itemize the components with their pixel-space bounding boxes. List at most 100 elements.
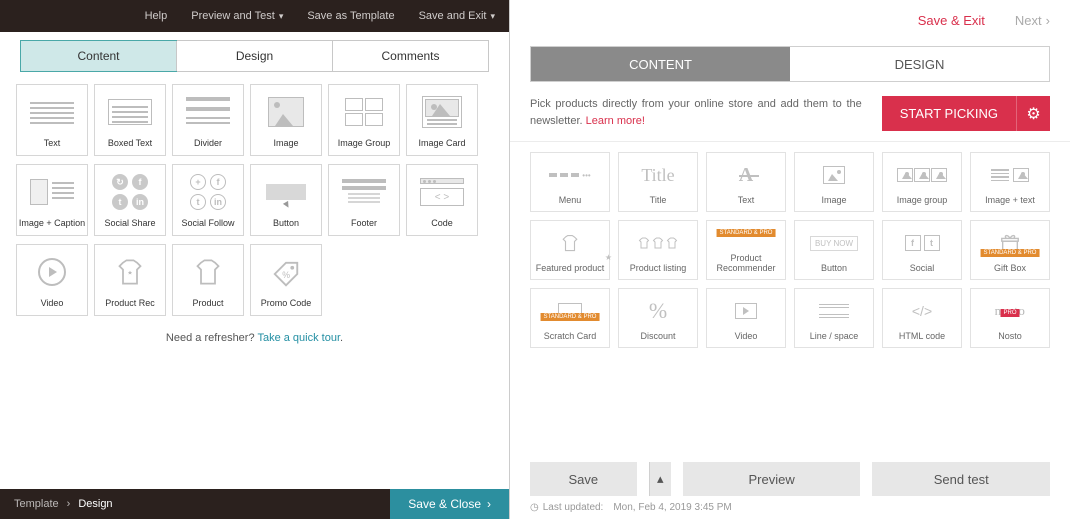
tile-divider[interactable]: Divider	[172, 84, 244, 156]
refresher-text: Need a refresher? Take a quick tour.	[0, 332, 509, 344]
start-picking-settings-button[interactable]: ⚙	[1016, 96, 1050, 131]
rtile-nosto[interactable]: nostoPRONosto	[970, 288, 1050, 348]
tile-label: Text	[44, 139, 61, 149]
preview-test-menu[interactable]: Preview and Test▾	[191, 10, 283, 22]
tab-content[interactable]: Content	[21, 41, 176, 71]
tile-label: Boxed Text	[108, 139, 152, 149]
tab-content-right[interactable]: CONTENT	[531, 47, 790, 81]
tile-text[interactable]: Text	[16, 84, 88, 156]
boxed-text-icon	[95, 93, 165, 131]
chevron-right-icon: ›	[67, 498, 71, 510]
rtile-line-space[interactable]: Line / space	[794, 288, 874, 348]
image-group-icon	[883, 159, 961, 191]
tab-design-right[interactable]: DESIGN	[790, 47, 1049, 81]
tile-code[interactable]: < >Code	[406, 164, 478, 236]
video-icon	[17, 253, 87, 291]
rtile-social[interactable]: ft Social	[882, 220, 962, 280]
tile-video[interactable]: Video	[16, 244, 88, 316]
tile-label: Gift Box	[994, 264, 1026, 274]
send-test-button[interactable]: Send test	[872, 462, 1050, 496]
left-topbar: Help Preview and Test▾ Save as Template …	[0, 0, 509, 32]
tile-label: Footer	[351, 219, 377, 229]
rtile-product-listing[interactable]: Product listing	[618, 220, 698, 280]
rtile-gift-box[interactable]: STANDARD & PRO Gift Box	[970, 220, 1050, 280]
tile-label: Social Share	[104, 219, 155, 229]
breadcrumb: Template › Design	[14, 498, 113, 510]
social-follow-icon: +ftin	[173, 173, 243, 211]
next-link[interactable]: Next›	[1015, 13, 1050, 28]
last-updated-label: Last updated:	[543, 502, 604, 513]
tab-comments[interactable]: Comments	[332, 41, 488, 71]
discount-icon: %	[619, 295, 697, 327]
tile-label: Nosto	[998, 332, 1022, 342]
chevron-down-icon: ▾	[279, 11, 284, 22]
rtile-product-recommender[interactable]: STANDARD & PROProduct Recommender	[706, 220, 786, 280]
image-group-icon	[329, 93, 399, 131]
rtile-menu[interactable]: •••Menu	[530, 152, 610, 212]
left-footer: Template › Design Save & Close›	[0, 489, 509, 519]
save-button[interactable]: Save	[530, 462, 637, 496]
tile-image-caption[interactable]: Image + Caption	[16, 164, 88, 236]
chevron-down-icon: ▾	[490, 11, 495, 22]
right-tabs: CONTENT DESIGN	[530, 46, 1050, 82]
breadcrumb-template[interactable]: Template	[14, 498, 59, 510]
rtile-button[interactable]: BUY NOWButton	[794, 220, 874, 280]
clock-icon: ◷	[530, 502, 539, 513]
tile-image[interactable]: Image	[250, 84, 322, 156]
rtile-title[interactable]: TitleTitle	[618, 152, 698, 212]
save-close-button[interactable]: Save & Close›	[390, 489, 509, 519]
tile-label: Image + Caption	[19, 219, 85, 229]
save-dropdown-button[interactable]: ▴	[649, 462, 671, 496]
button-icon	[251, 173, 321, 211]
tile-promo-code[interactable]: %Promo Code	[250, 244, 322, 316]
learn-more-link[interactable]: Learn more!	[586, 115, 645, 127]
tile-label: Text	[738, 196, 755, 206]
tile-label: Social	[910, 264, 935, 274]
tile-label: Product Rec	[105, 299, 155, 309]
rtile-video[interactable]: Video	[706, 288, 786, 348]
button-icon: BUY NOW	[795, 227, 873, 259]
tile-social-share[interactable]: ↻ftinSocial Share	[94, 164, 166, 236]
tile-label: HTML code	[899, 332, 945, 342]
tile-image-card[interactable]: Image Card	[406, 84, 478, 156]
breadcrumb-design: Design	[78, 498, 112, 510]
chevron-right-icon: ›	[1046, 13, 1050, 28]
tile-label: Image Group	[338, 139, 391, 149]
rtile-html-code[interactable]: </>HTML code	[882, 288, 962, 348]
tile-footer[interactable]: Footer	[328, 164, 400, 236]
tab-design[interactable]: Design	[176, 41, 332, 71]
rtile-image-text[interactable]: Image + text	[970, 152, 1050, 212]
tile-boxed-text[interactable]: Boxed Text	[94, 84, 166, 156]
image-caption-icon	[17, 173, 87, 211]
text-icon: A	[707, 159, 785, 191]
save-exit-link[interactable]: Save & Exit	[918, 13, 985, 28]
tile-button[interactable]: Button	[250, 164, 322, 236]
right-footer: Save ▴ Preview Send test ◷ Last updated:…	[510, 462, 1070, 519]
rtile-image[interactable]: Image	[794, 152, 874, 212]
plan-badge: STANDARD & PRO	[981, 249, 1040, 257]
rtile-featured-product[interactable]: Featured product	[530, 220, 610, 280]
save-and-exit-menu[interactable]: Save and Exit▾	[419, 10, 495, 22]
quick-tour-link[interactable]: Take a quick tour	[257, 332, 340, 344]
preview-button[interactable]: Preview	[683, 462, 861, 496]
tile-image-group[interactable]: Image Group	[328, 84, 400, 156]
help-link[interactable]: Help	[145, 10, 168, 22]
product-icon	[173, 253, 243, 291]
tile-label: Divider	[194, 139, 222, 149]
start-picking-button[interactable]: START PICKING	[882, 96, 1016, 131]
tile-product[interactable]: Product	[172, 244, 244, 316]
rtile-image-group[interactable]: Image group	[882, 152, 962, 212]
save-as-template-link[interactable]: Save as Template	[307, 10, 394, 22]
rtile-scratch-card[interactable]: STANDARD & PROScratch Card	[530, 288, 610, 348]
footer-icon	[329, 173, 399, 211]
rtile-discount[interactable]: %Discount	[618, 288, 698, 348]
video-icon	[707, 295, 785, 327]
text-icon	[17, 93, 87, 131]
tile-social-follow[interactable]: +ftinSocial Follow	[172, 164, 244, 236]
product-picker-row: Pick products directly from your online …	[510, 82, 1070, 142]
rtile-text[interactable]: A Text	[706, 152, 786, 212]
tile-product-rec[interactable]: Product Rec	[94, 244, 166, 316]
image-text-icon	[971, 159, 1049, 191]
last-updated-value: Mon, Feb 4, 2019 3:45 PM	[613, 502, 731, 513]
social-icon: ft	[883, 227, 961, 259]
